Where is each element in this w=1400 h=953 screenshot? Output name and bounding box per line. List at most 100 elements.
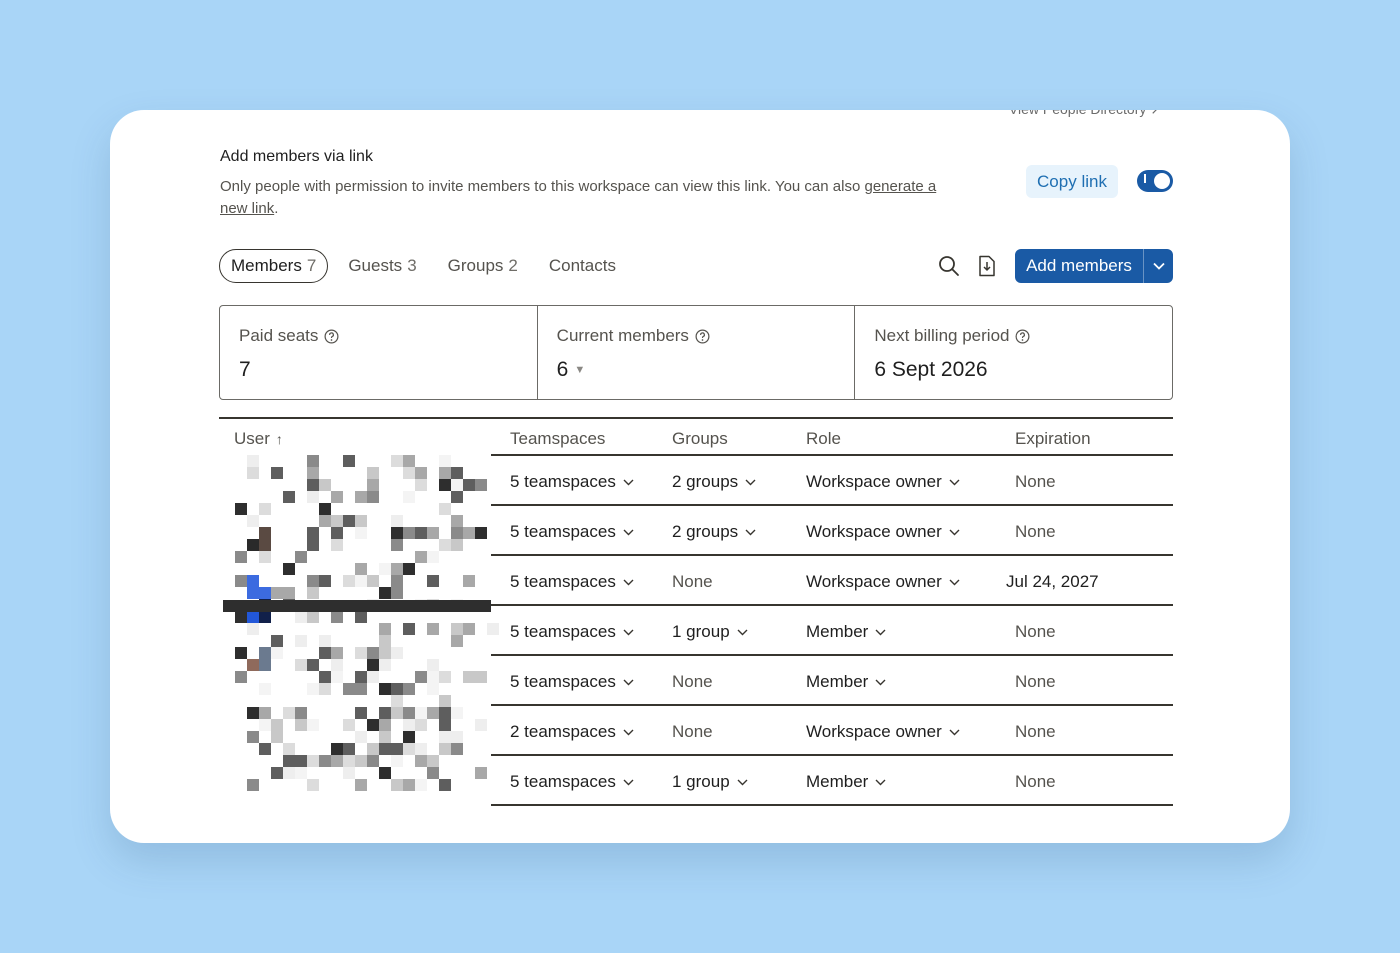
chevron-down-icon[interactable] [623, 579, 634, 586]
redacted-pixel [283, 563, 295, 575]
help-icon[interactable] [695, 329, 710, 344]
chevron-down-icon[interactable] [745, 529, 756, 536]
chevron-down-icon[interactable] [1144, 249, 1173, 283]
redacted-pixel [247, 455, 259, 467]
chevron-down-icon[interactable] [737, 629, 748, 636]
chevron-down-icon[interactable] [623, 529, 634, 536]
role-dropdown[interactable]: Workspace owner [806, 572, 960, 592]
tab-groups[interactable]: Groups 2 [437, 249, 529, 283]
export-file-icon[interactable] [974, 253, 1000, 279]
tab-guests[interactable]: Guests 3 [337, 249, 427, 283]
teamspaces-value[interactable]: 5 teamspaces [510, 522, 616, 542]
column-expiration[interactable]: Expiration [1015, 429, 1091, 449]
groups-dropdown[interactable]: 1 group [672, 772, 748, 792]
teamspaces-value[interactable]: 2 teamspaces [510, 722, 616, 742]
teamspaces-value[interactable]: 5 teamspaces [510, 622, 616, 642]
role-dropdown[interactable]: Workspace owner [806, 522, 960, 542]
role-dropdown[interactable]: Member [806, 622, 886, 642]
groups-value[interactable]: 1 group [672, 622, 730, 642]
chevron-down-icon[interactable] [875, 679, 886, 686]
teamspaces-dropdown[interactable]: 5 teamspaces [510, 672, 634, 692]
redacted-pixel [247, 779, 259, 791]
chevron-down-icon[interactable] [875, 629, 886, 636]
teamspaces-dropdown[interactable]: 5 teamspaces [510, 522, 634, 542]
invite-link-toggle[interactable] [1137, 170, 1173, 192]
groups-dropdown[interactable]: 1 group [672, 622, 748, 642]
tab-members[interactable]: Members 7 [219, 249, 329, 283]
chevron-down-icon[interactable] [737, 779, 748, 786]
groups-dropdown[interactable]: 2 groups [672, 472, 756, 492]
tab-count: 3 [407, 256, 417, 275]
redacted-pixel [439, 467, 451, 479]
redacted-pixel [391, 563, 403, 575]
teamspaces-dropdown[interactable]: 5 teamspaces [510, 772, 634, 792]
redacted-pixel [391, 539, 403, 551]
groups-dropdown[interactable]: 2 groups [672, 522, 756, 542]
column-role[interactable]: Role [806, 429, 841, 449]
table-row: 5 teamspaces 2 groups Workspace owner None [491, 506, 1173, 555]
chevron-down-icon[interactable] [623, 779, 634, 786]
role-dropdown[interactable]: Member [806, 672, 886, 692]
teamspaces-value[interactable]: 5 teamspaces [510, 672, 616, 692]
role-value[interactable]: Workspace owner [806, 472, 942, 492]
teamspaces-value[interactable]: 5 teamspaces [510, 772, 616, 792]
people-directory-link[interactable]: View People Directory ↗ [1009, 110, 1162, 118]
redacted-pixel [307, 611, 319, 623]
redacted-pixel [331, 527, 343, 539]
add-members-button[interactable]: Add members [1015, 249, 1173, 283]
role-value[interactable]: Member [806, 772, 868, 792]
chevron-down-icon[interactable] [949, 579, 960, 586]
help-icon[interactable] [1015, 329, 1030, 344]
teamspaces-dropdown[interactable]: 5 teamspaces [510, 622, 634, 642]
redacted-pixel [355, 563, 367, 575]
help-icon[interactable] [324, 329, 339, 344]
sort-ascending-icon[interactable]: ↑ [276, 431, 283, 447]
search-icon[interactable] [936, 253, 962, 279]
role-dropdown[interactable]: Member [806, 772, 886, 792]
column-teamspaces[interactable]: Teamspaces [510, 429, 605, 449]
chevron-down-icon[interactable] [949, 479, 960, 486]
groups-value[interactable]: 2 groups [672, 522, 738, 542]
chevron-down-icon[interactable] [745, 479, 756, 486]
redacted-pixel [463, 623, 475, 635]
role-value[interactable]: Workspace owner [806, 722, 942, 742]
redacted-pixel [307, 575, 319, 587]
redacted-pixel [295, 767, 307, 779]
caret-down-icon[interactable]: ▼ [574, 364, 585, 376]
role-value[interactable]: Workspace owner [806, 572, 942, 592]
tab-contacts[interactable]: Contacts [538, 249, 627, 283]
chevron-down-icon[interactable] [623, 479, 634, 486]
chevron-down-icon[interactable] [623, 729, 634, 736]
role-value[interactable]: Member [806, 622, 868, 642]
role-dropdown[interactable]: Workspace owner [806, 722, 960, 742]
teamspaces-dropdown[interactable]: 5 teamspaces [510, 472, 634, 492]
redacted-pixel [379, 659, 391, 671]
role-dropdown[interactable]: Workspace owner [806, 472, 960, 492]
teamspaces-value[interactable]: 5 teamspaces [510, 572, 616, 592]
chevron-down-icon[interactable] [949, 529, 960, 536]
teamspaces-value[interactable]: 5 teamspaces [510, 472, 616, 492]
column-user[interactable]: User ↑ [234, 429, 283, 449]
column-user-label[interactable]: User [234, 429, 270, 448]
redacted-pixel [439, 503, 451, 515]
redacted-pixel [451, 539, 463, 551]
redacted-pixel [451, 623, 463, 635]
chevron-down-icon[interactable] [623, 629, 634, 636]
chevron-down-icon[interactable] [875, 779, 886, 786]
redacted-pixel [319, 479, 331, 491]
chevron-down-icon[interactable] [623, 679, 634, 686]
teamspaces-dropdown[interactable]: 5 teamspaces [510, 572, 634, 592]
role-value[interactable]: Workspace owner [806, 522, 942, 542]
redacted-pixel [427, 575, 439, 587]
role-value[interactable]: Member [806, 672, 868, 692]
column-groups[interactable]: Groups [672, 429, 728, 449]
groups-value[interactable]: 1 group [672, 772, 730, 792]
chevron-down-icon[interactable] [949, 729, 960, 736]
groups-value[interactable]: 2 groups [672, 472, 738, 492]
groups-value: None [672, 722, 713, 741]
redacted-pixel [259, 659, 271, 671]
teamspaces-dropdown[interactable]: 2 teamspaces [510, 722, 634, 742]
copy-link-button[interactable]: Copy link [1026, 165, 1118, 198]
redacted-pixel [367, 491, 379, 503]
add-members-label[interactable]: Add members [1015, 249, 1143, 283]
